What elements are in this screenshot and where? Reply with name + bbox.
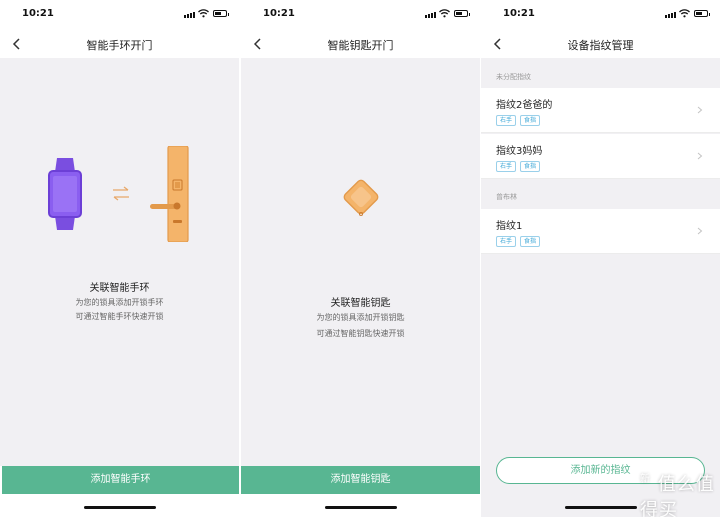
battery-icon bbox=[694, 10, 710, 17]
key-desc-2: 可通过智能钥匙快速开锁 bbox=[316, 329, 405, 338]
chevron-right-icon bbox=[697, 106, 703, 114]
hand-tag: 右手 bbox=[496, 236, 517, 247]
status-bar: 10:21 bbox=[241, 0, 480, 28]
hand-tag: 右手 bbox=[496, 115, 517, 126]
signal-icon bbox=[665, 12, 676, 18]
nav-bar: 智能手环开门 bbox=[0, 28, 239, 58]
content-area bbox=[241, 58, 480, 466]
key-heading: 关联智能钥匙 bbox=[330, 298, 391, 309]
status-time: 10:21 bbox=[503, 8, 535, 19]
status-time: 10:21 bbox=[263, 8, 295, 19]
chevron-right-icon bbox=[697, 227, 703, 235]
fingerprint-item[interactable]: 指纹2爸爸的 右手 食指 bbox=[481, 88, 720, 133]
watermark-text: 值么值得买 bbox=[640, 474, 715, 517]
fingerprint-name: 指纹1 bbox=[496, 221, 523, 232]
status-bar: 10:21 bbox=[0, 0, 239, 28]
fingerprint-item[interactable]: 指纹1 右手 食指 bbox=[481, 209, 720, 254]
status-bar: 10:21 bbox=[481, 0, 720, 28]
battery-icon bbox=[213, 10, 229, 17]
screen-smart-band: 10:21 智能手环开门 关联智能手环 为您的锁具添加开锁手环 可通过智能手环快… bbox=[0, 0, 239, 517]
finger-tag: 食指 bbox=[520, 115, 541, 126]
add-key-button[interactable]: 添加智能钥匙 bbox=[241, 466, 480, 494]
screen-fingerprints: 10:21 设备指纹管理 未分配指纹 指纹2爸爸的 右手 食指 指纹3妈妈 右手… bbox=[481, 0, 720, 517]
nav-bar: 智能钥匙开门 bbox=[241, 28, 480, 58]
section-label-user: 曾布林 bbox=[496, 193, 517, 201]
watermark-glyph: 新 bbox=[640, 474, 651, 485]
finger-tag: 食指 bbox=[520, 161, 541, 172]
smart-key-illustration bbox=[343, 179, 379, 217]
page-title: 设备指纹管理 bbox=[567, 39, 634, 52]
section-label-unassigned: 未分配指纹 bbox=[496, 73, 531, 81]
wifi-icon bbox=[679, 9, 690, 18]
fingerprint-item[interactable]: 指纹3妈妈 右手 食指 bbox=[481, 134, 720, 179]
content-area bbox=[0, 58, 239, 466]
finger-tag: 食指 bbox=[520, 236, 541, 247]
battery-icon bbox=[454, 10, 470, 17]
fingerprint-name: 指纹2爸爸的 bbox=[496, 100, 553, 111]
fingerprint-name: 指纹3妈妈 bbox=[496, 146, 543, 157]
nav-bar: 设备指纹管理 bbox=[481, 28, 720, 58]
wifi-icon bbox=[439, 9, 450, 18]
door-lock-illustration bbox=[150, 146, 189, 242]
home-indicator bbox=[325, 506, 397, 509]
signal-icon bbox=[184, 12, 195, 18]
watermark: 新 值么值得买 bbox=[640, 470, 720, 517]
add-band-button[interactable]: 添加智能手环 bbox=[2, 466, 239, 494]
smart-band-illustration bbox=[48, 158, 82, 230]
swap-arrows-icon bbox=[113, 186, 129, 201]
status-time: 10:21 bbox=[22, 8, 54, 19]
screen-smart-key: 10:21 智能钥匙开门 关联智能钥匙 为您的锁具添加开锁钥匙 可通过智能钥匙快… bbox=[241, 0, 480, 517]
chevron-right-icon bbox=[697, 152, 703, 160]
page-title: 智能手环开门 bbox=[86, 39, 153, 52]
page-title: 智能钥匙开门 bbox=[327, 39, 394, 52]
key-desc-1: 为您的锁具添加开锁钥匙 bbox=[316, 313, 405, 322]
band-desc-2: 可通过智能手环快速开锁 bbox=[75, 312, 164, 321]
band-heading: 关联智能手环 bbox=[89, 283, 150, 294]
signal-icon bbox=[425, 12, 436, 18]
hand-tag: 右手 bbox=[496, 161, 517, 172]
wifi-icon bbox=[198, 9, 209, 18]
home-indicator bbox=[565, 506, 637, 509]
home-indicator bbox=[84, 506, 156, 509]
band-desc-1: 为您的锁具添加开锁手环 bbox=[75, 298, 164, 307]
